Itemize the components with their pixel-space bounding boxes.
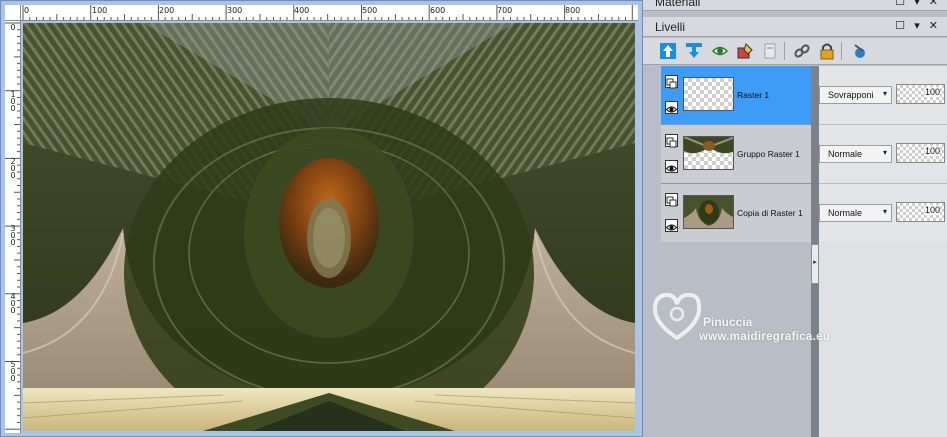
chevron-down-icon: ▾ [882,207,887,216]
layer-thumbnail [683,136,734,170]
ruler-label: 100 [10,90,16,113]
layers-panel-dock: Materiali ☐ ▾ ✕ Livelli ☐ ▾ ✕ Raster 1 G… [643,0,947,437]
toolbar-separator [784,42,785,60]
chevron-down-icon: ▾ [882,89,887,98]
opacity-value: 100 [924,87,940,97]
app-root: 0 100 200 300 400 500 600 700 800 0 100 … [0,0,947,437]
layer-properties-row: Sovrapponi ▾ 100 [819,66,947,125]
layer-list: Raster 1 Gruppo Raster 1 Copia di Raster… [661,66,811,243]
watermark-url: www.maidiregrafica.eu [699,331,831,343]
layer-thumbnail [683,77,734,111]
ruler-label: 500 [10,360,16,383]
ruler-label: 300 [227,6,243,15]
blend-mode-dropdown[interactable]: Normale ▾ [819,145,892,163]
materials-panel-title: Materiali [655,0,701,9]
ruler-label: 0 [10,23,16,32]
layer-visibility-icon[interactable] [711,42,729,60]
ruler-label: 0 [24,6,30,15]
layer-properties-column: Sovrapponi ▾ 100 Normale ▾ 100 Normale ▾… [819,66,947,243]
canvas-artwork[interactable] [23,23,635,431]
materials-panel-window-buttons[interactable]: ☐ ▾ ✕ [895,0,941,8]
opacity-value: 100 [924,205,940,215]
ruler-label: 400 [294,6,310,15]
lock-layer-icon[interactable] [818,42,836,60]
fractal-artwork-image [23,23,635,431]
layer-name: Gruppo Raster 1 [737,149,800,159]
opacity-value: 100 [924,146,940,156]
blend-mode-dropdown[interactable]: Sovrapponi ▾ [819,86,892,104]
layers-panel-header[interactable]: Livelli ☐ ▾ ✕ [643,17,947,37]
layer-mask-toggle-icon[interactable] [665,75,678,89]
layers-panel-window-buttons[interactable]: ☐ ▾ ✕ [895,19,941,32]
ruler-label: 300 [10,224,16,247]
splitter-handle[interactable]: ▸ [811,244,819,284]
blend-mode-value: Normale [828,149,863,159]
watermark-name: Pinuccia [703,315,753,329]
layer-mask-toggle-icon[interactable] [665,193,678,207]
ruler-label: 600 [430,6,446,15]
ruler-horizontal: 0 100 200 300 400 500 600 700 800 [21,5,638,21]
canvas-window: 0 100 200 300 400 500 600 700 800 0 100 … [0,0,643,437]
watermark: Pinuccia www.maidiregrafica.eu [647,286,867,356]
move-layer-down-icon[interactable] [685,42,703,60]
layer-properties-row: Normale ▾ 100 [819,125,947,184]
blend-mode-dropdown[interactable]: Normale ▾ [819,204,892,222]
blend-mode-value: Normale [828,208,863,218]
move-layer-up-icon[interactable] [659,42,677,60]
toolbar-separator [841,42,842,60]
blend-mode-value: Sovrapponi [828,90,874,100]
layer-name: Copia di Raster 1 [737,208,803,218]
layer-visibility-eye-icon[interactable] [665,160,678,173]
ruler-label: 200 [159,6,175,15]
ruler-horizontal-ticks [22,5,633,20]
ruler-label: 100 [92,6,108,15]
layer-thumbnail [683,195,734,229]
ruler-vertical: 0 100 200 300 400 500 [5,21,21,433]
chevron-down-icon: ▾ [882,148,887,157]
ruler-label: 800 [565,6,581,15]
new-layer-icon[interactable] [761,42,779,60]
materials-panel-header[interactable]: Materiali ☐ ▾ ✕ [643,0,947,11]
layers-toolbar [643,38,947,65]
opacity-field[interactable]: 100 [896,202,945,222]
ruler-label: 500 [362,6,378,15]
layer-visibility-eye-icon[interactable] [665,101,678,114]
layer-mask-toggle-icon[interactable] [665,134,678,148]
delete-layer-icon[interactable] [851,42,869,60]
ruler-label: 400 [10,292,16,315]
edit-layer-icon[interactable] [736,42,754,60]
layer-name: Raster 1 [737,90,770,100]
layer-row-raster-1[interactable]: Raster 1 [661,66,811,125]
layer-row-copia-di-raster-1[interactable]: Copia di Raster 1 [661,184,811,243]
ruler-label: 700 [497,6,513,15]
ruler-corner [5,5,21,21]
heart-logo-icon [652,292,702,341]
opacity-field[interactable]: 100 [896,143,945,163]
layer-row-gruppo-raster-1[interactable]: Gruppo Raster 1 [661,125,811,184]
ruler-label: 200 [10,157,16,180]
opacity-field[interactable]: 100 [896,84,945,104]
layers-panel-title: Livelli [655,20,686,34]
layer-properties-row: Normale ▾ 100 [819,184,947,243]
layer-visibility-eye-icon[interactable] [665,219,678,232]
link-layer-icon[interactable] [793,42,811,60]
